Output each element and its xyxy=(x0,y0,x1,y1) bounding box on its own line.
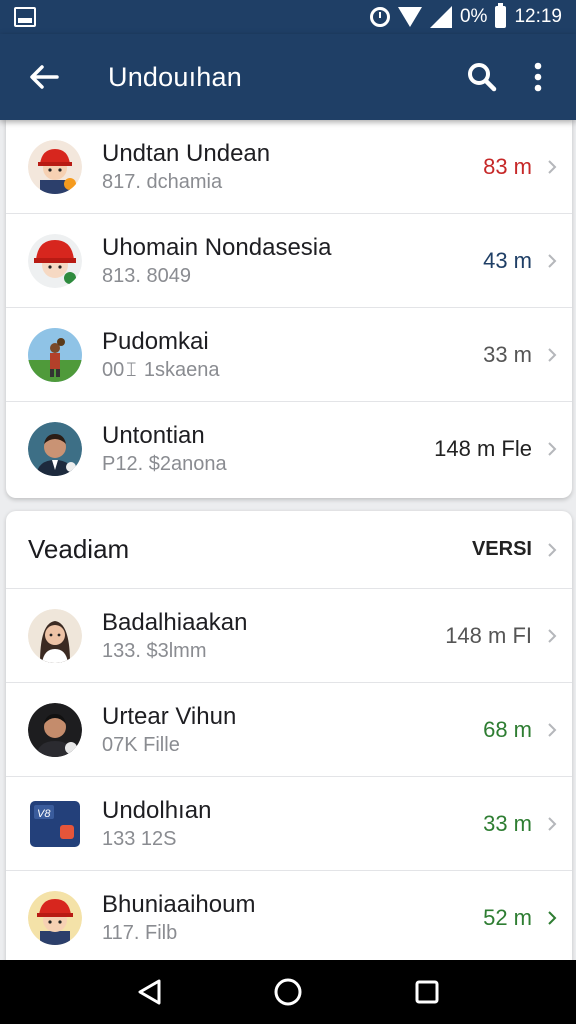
section-card: Veadiam VERSI Badalhiaakan 133. $3lmm 14… xyxy=(6,511,572,971)
item-name: Untontian xyxy=(102,422,205,449)
more-options-button[interactable] xyxy=(510,49,566,105)
item-size: 83 m xyxy=(483,153,532,179)
nav-back-button[interactable] xyxy=(124,967,174,1017)
app-bar: Undouıhan xyxy=(0,34,576,120)
item-subtitle: 813. 8049 xyxy=(102,264,191,287)
search-icon xyxy=(468,63,497,92)
wifi-icon xyxy=(397,7,422,27)
landscape-person-avatar xyxy=(28,327,82,382)
item-name: Uhomain Nondasesia xyxy=(102,233,332,261)
battery-icon xyxy=(495,3,507,28)
status-bar: 0% 12:19 xyxy=(0,0,576,34)
system-nav-bar xyxy=(0,960,576,1024)
section-header[interactable]: Veadiam VERSI xyxy=(6,511,572,589)
contacts-card: Undtan Undean 817. dchamia 83 m Uhomain … xyxy=(6,120,572,498)
back-arrow-icon xyxy=(30,65,59,89)
tile-label: V8 xyxy=(37,808,51,820)
item-subtitle: 117. Filb xyxy=(102,922,178,944)
list-item[interactable]: Urtear Vihun 07K Fille 68 m xyxy=(6,683,572,777)
item-name: Badalhiaakan xyxy=(102,608,248,636)
item-size: 33 m xyxy=(483,810,532,836)
item-name: Bhuniaaihoum xyxy=(102,891,256,918)
section-title: Veadiam xyxy=(28,534,130,564)
item-name: Undtan Undean xyxy=(102,139,271,167)
list-item[interactable]: Uhomain Nondasesia 813. 8049 43 m xyxy=(6,214,572,308)
item-size: 52 m xyxy=(483,905,532,930)
list-item[interactable]: Undtan Undean 817. dchamia 83 m xyxy=(6,120,572,214)
item-size: 68 m xyxy=(483,716,532,742)
item-subtitle: 07K Fille xyxy=(102,733,180,756)
item-subtitle: 133. $3lmm xyxy=(102,639,207,662)
item-subtitle: P12. $2anona xyxy=(102,453,227,475)
chevron-right-icon xyxy=(532,628,572,644)
list-item[interactable]: Badalhiaakan 133. $3lmm 148 m FI xyxy=(6,589,572,683)
man-suit-avatar xyxy=(28,422,82,476)
man-avatar xyxy=(28,702,82,757)
item-subtitle: 133 12S xyxy=(102,827,177,850)
back-button[interactable] xyxy=(14,47,74,107)
battery-percent: 0% xyxy=(459,6,488,27)
chevron-right-icon xyxy=(532,816,572,832)
clock: 12:19 xyxy=(514,6,562,27)
item-name: Urtear Vihun xyxy=(102,702,237,730)
nav-recents-button[interactable] xyxy=(402,967,452,1017)
alarm-icon xyxy=(369,7,390,27)
item-size: 148 m FI xyxy=(445,622,532,648)
chevron-right-icon xyxy=(532,347,572,363)
item-size: 33 m xyxy=(483,341,532,367)
more-vert-icon xyxy=(534,62,542,92)
recents-square-icon xyxy=(415,980,439,1004)
item-subtitle: 00𝙸 1skaena xyxy=(102,358,220,381)
home-circle-icon xyxy=(274,978,302,1006)
status-icons: 0% 12:19 xyxy=(369,3,562,28)
person-red-cap-avatar xyxy=(28,891,82,945)
item-subtitle: 817. dchamia xyxy=(102,170,223,193)
chevron-right-icon xyxy=(532,910,572,926)
chevron-right-icon xyxy=(532,542,572,558)
signal-icon xyxy=(429,6,452,28)
chevron-right-icon xyxy=(532,722,572,738)
woman-avatar xyxy=(28,608,82,663)
nav-home-button[interactable] xyxy=(263,967,313,1017)
person-red-cap-avatar xyxy=(28,233,82,288)
chevron-right-icon xyxy=(532,441,572,457)
search-button[interactable] xyxy=(454,49,510,105)
person-red-cap-avatar xyxy=(28,139,82,194)
chevron-right-icon xyxy=(532,253,572,269)
list-item[interactable]: V8 Undolhıan 133 12S 33 m xyxy=(6,777,572,871)
page-title: Undouıhan xyxy=(108,61,242,92)
item-size: 148 m Fle xyxy=(434,436,532,461)
screen-icon xyxy=(14,7,36,27)
item-size: 43 m xyxy=(483,247,532,273)
list-item[interactable]: Pudomkai 00𝙸 1skaena 33 m xyxy=(6,308,572,402)
back-triangle-icon xyxy=(138,979,161,1005)
app-tile-avatar: V8 xyxy=(28,797,82,851)
list-item[interactable]: Untontian P12. $2anona 148 m Fle xyxy=(6,402,572,496)
list-item[interactable]: Bhuniaaihoum 117. Filb 52 m xyxy=(6,871,572,965)
chevron-right-icon xyxy=(532,159,572,175)
item-name: Undolhıan xyxy=(102,796,212,824)
item-name: Pudomkai xyxy=(102,327,209,355)
section-action[interactable]: VERSI xyxy=(472,538,532,561)
